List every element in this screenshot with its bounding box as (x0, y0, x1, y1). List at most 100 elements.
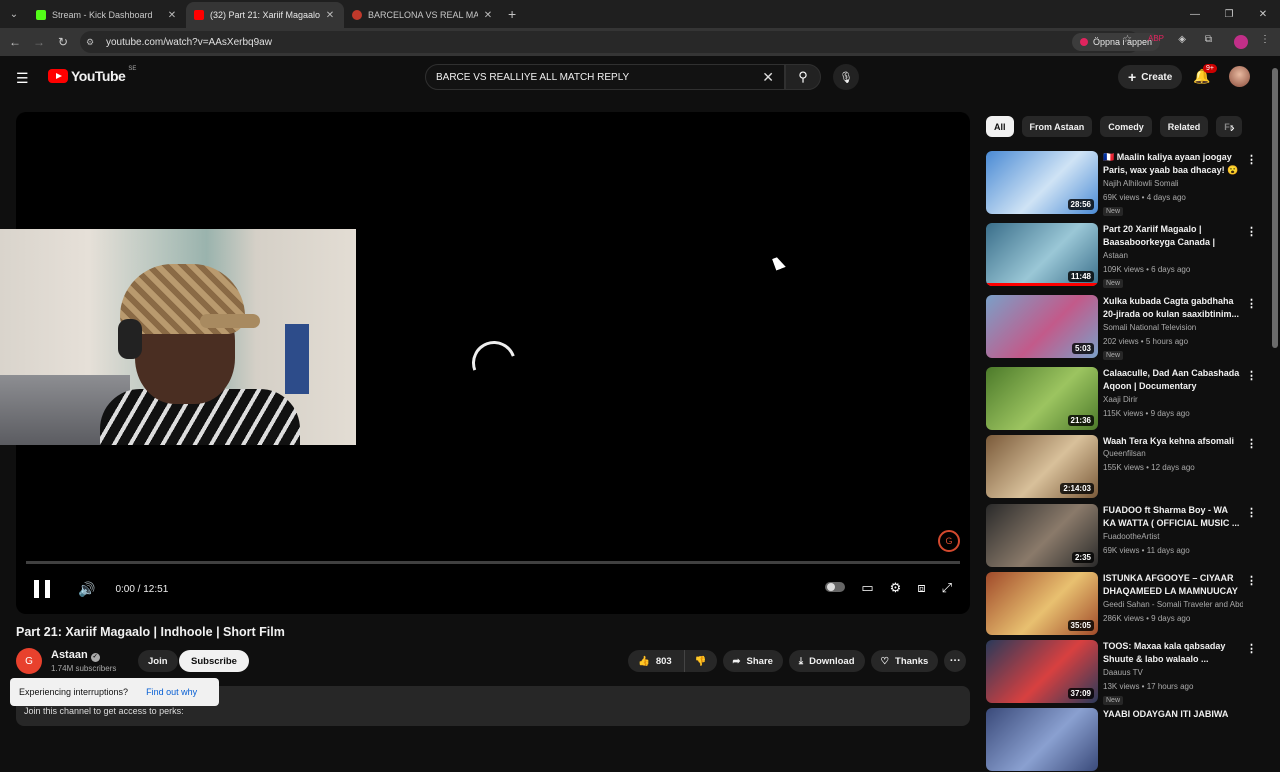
video-thumbnail[interactable]: 11:48 (986, 223, 1098, 286)
search-button[interactable]: ⚲ (785, 64, 821, 90)
find-out-why-link[interactable]: Find out why (146, 687, 197, 697)
recommendation-item[interactable]: 11:48 Part 20 Xariif Magaalo | Baasaboork… (986, 223, 1257, 288)
chip-from-astaan[interactable]: From Astaan (1021, 116, 1093, 137)
new-tab-button[interactable]: + (508, 6, 516, 22)
browser-tab-kick[interactable]: Stream - Kick Dashboard ✕ (28, 2, 186, 28)
create-button[interactable]: + Create (1118, 65, 1183, 89)
video-thumbnail[interactable]: 35:05 (986, 572, 1098, 635)
miniplayer-icon[interactable]: ⧈ (917, 580, 925, 596)
reload-icon[interactable]: ↻ (51, 35, 75, 49)
more-options-icon[interactable]: ⋮ (1246, 225, 1257, 238)
notifications-button[interactable]: 🔔 9+ (1193, 64, 1217, 85)
download-button[interactable]: ⤓ Download (788, 650, 865, 672)
recommendation-title[interactable]: Xulka kubada Cagta gabdhaha 20-jirada oo… (1103, 295, 1240, 321)
share-button[interactable]: ➦ Share (722, 650, 783, 672)
thanks-button[interactable]: ♡ Thanks (870, 650, 939, 672)
recommendation-item[interactable]: 37:09 TOOS: Maxaa kala qabsaday Shuute & … (986, 640, 1257, 705)
recommendation-title[interactable]: ISTUNKA AFGOOYE – CIYAAR DHAQAMEED LA MA… (1103, 572, 1240, 598)
pause-button[interactable] (34, 580, 50, 598)
recommendation-item[interactable]: 21:36 Calaaculle, Dad Aan Cabashada Aqoon… (986, 367, 1257, 431)
recommendation-item[interactable]: YAABI ODAYGAN ITI JABIWA (986, 708, 1256, 772)
forward-icon[interactable]: → (27, 35, 51, 49)
chevron-right-icon[interactable]: › (1230, 119, 1235, 135)
minimize-icon[interactable]: — (1178, 9, 1212, 20)
more-options-icon[interactable]: ⋮ (1246, 437, 1257, 450)
subscribe-button[interactable]: Subscribe (179, 650, 249, 672)
youtube-logo[interactable]: YouTube SE (48, 66, 136, 84)
dislike-button[interactable]: 👎 (683, 650, 717, 672)
recommendation-item[interactable]: 28:56 🇫🇷 Maalin kaliya ayaan joogay Paris… (986, 151, 1257, 216)
more-options-icon[interactable]: ⋮ (1246, 506, 1257, 519)
like-button[interactable]: 👍 803 (628, 650, 684, 672)
chip-all[interactable]: All (986, 116, 1014, 137)
recommendation-item[interactable]: 2:14:03 Waah Tera Kya kehna afsomali Queen… (986, 435, 1257, 499)
back-icon[interactable]: ← (3, 35, 27, 49)
recommendation-channel[interactable]: Najih Alhilowli Somali (1103, 179, 1243, 188)
more-options-icon[interactable]: ⋮ (1246, 153, 1257, 166)
tab-search-icon[interactable]: ⌄ (4, 4, 24, 24)
fullscreen-icon[interactable]: ⤢ (942, 580, 952, 596)
chip-related[interactable]: Related (1159, 116, 1209, 137)
more-actions-button[interactable]: ··· (944, 650, 967, 672)
account-avatar[interactable] (1229, 66, 1250, 87)
open-in-app-button[interactable]: Öppna i appen (1071, 33, 1160, 51)
bookmark-star-icon[interactable]: ☆ (1123, 34, 1132, 45)
recommendation-channel[interactable]: Geedi Sahan - Somali Traveler and Abdi .… (1103, 600, 1243, 609)
extension-icon[interactable]: ◈ (1178, 34, 1186, 45)
chip-comedy[interactable]: Comedy (1100, 116, 1152, 137)
video-thumbnail[interactable]: 28:56 (986, 151, 1098, 214)
close-tab-icon[interactable]: ✕ (166, 10, 178, 21)
recommendation-item[interactable]: 35:05 ISTUNKA AFGOOYE – CIYAAR DHAQAMEED … (986, 572, 1257, 636)
browser-tab-barcelona[interactable]: BARCELONA VS REAL MADRID ✕ (344, 2, 502, 28)
volume-icon[interactable]: 🔊 (78, 581, 95, 598)
join-button[interactable]: Join (138, 650, 178, 672)
recommendation-channel[interactable]: Xaaji Dirir (1103, 395, 1243, 404)
recommendation-channel[interactable]: Astaan (1103, 251, 1243, 260)
recommendation-item[interactable]: 2:35 FUADOO ft Sharma Boy - WA KA WATTA (… (986, 504, 1257, 568)
video-thumbnail[interactable]: 21:36 (986, 367, 1098, 430)
recommendation-title[interactable]: Part 20 Xariif Magaalo | Baasaboorkeyga … (1103, 223, 1240, 249)
video-thumbnail[interactable] (986, 708, 1098, 771)
recommendation-title[interactable]: Calaaculle, Dad Aan Cabashada Aqoon | Do… (1103, 367, 1240, 393)
video-thumbnail[interactable]: 5:03 (986, 295, 1098, 358)
close-tab-icon[interactable]: ✕ (324, 10, 336, 21)
subtitles-icon[interactable]: ▭ (861, 580, 873, 596)
recommendation-title[interactable]: YAABI ODAYGAN ITI JABIWA (1103, 708, 1240, 721)
recommendation-item[interactable]: 5:03 Xulka kubada Cagta gabdhaha 20-jirad… (986, 295, 1257, 360)
video-thumbnail[interactable]: 2:14:03 (986, 435, 1098, 498)
browser-menu-icon[interactable]: ⋮ (1260, 34, 1270, 45)
more-options-icon[interactable]: ⋮ (1246, 642, 1257, 655)
more-options-icon[interactable]: ⋮ (1246, 297, 1257, 310)
recommendation-title[interactable]: 🇫🇷 Maalin kaliya ayaan joogay Paris, wax… (1103, 151, 1240, 177)
voice-search-button[interactable]: 🎙 (833, 64, 859, 90)
page-scrollbar[interactable] (1272, 68, 1278, 348)
channel-name[interactable]: Astaan ✓ (51, 649, 100, 662)
settings-gear-icon[interactable]: ⚙ (890, 580, 902, 596)
recommendation-title[interactable]: FUADOO ft Sharma Boy - WA KA WATTA ( OFF… (1103, 504, 1240, 530)
recommendation-title[interactable]: Waah Tera Kya kehna afsomali (1103, 435, 1240, 448)
close-window-icon[interactable]: ✕ (1246, 9, 1280, 20)
channel-watermark-icon[interactable]: G (938, 530, 960, 552)
browser-tab-youtube[interactable]: (32) Part 21: Xariif Magaalo | In ✕ (186, 2, 344, 28)
menu-icon[interactable]: ☰ (16, 70, 29, 87)
maximize-icon[interactable]: ❐ (1212, 9, 1246, 20)
autoplay-toggle[interactable] (825, 582, 846, 592)
channel-avatar[interactable]: G (16, 648, 42, 674)
site-info-icon[interactable]: ⚙ (86, 37, 100, 48)
extensions-puzzle-icon[interactable]: ⧉ (1205, 34, 1212, 45)
recommendation-channel[interactable]: FuadootheArtist (1103, 532, 1243, 541)
more-options-icon[interactable]: ⋮ (1246, 574, 1257, 587)
recommendation-channel[interactable]: Queenfilsan (1103, 449, 1243, 458)
address-bar[interactable]: ⚙ youtube.com/watch?v=AAsXerbq9aw (80, 31, 1140, 53)
video-thumbnail[interactable]: 2:35 (986, 504, 1098, 567)
browser-profile-avatar[interactable] (1234, 35, 1248, 49)
more-options-icon[interactable]: ⋮ (1246, 369, 1257, 382)
progress-bar[interactable] (26, 561, 960, 564)
close-tab-icon[interactable]: ✕ (482, 10, 494, 21)
clear-search-icon[interactable]: ✕ (762, 69, 774, 86)
recommendation-title[interactable]: TOOS: Maxaa kala qabsaday Shuute & labo … (1103, 640, 1240, 666)
recommendation-channel[interactable]: Daauus TV (1103, 668, 1243, 677)
recommendation-channel[interactable]: Somali National Television (1103, 323, 1243, 332)
video-thumbnail[interactable]: 37:09 (986, 640, 1098, 703)
adblock-extension-icon[interactable]: ABP (1148, 34, 1164, 43)
